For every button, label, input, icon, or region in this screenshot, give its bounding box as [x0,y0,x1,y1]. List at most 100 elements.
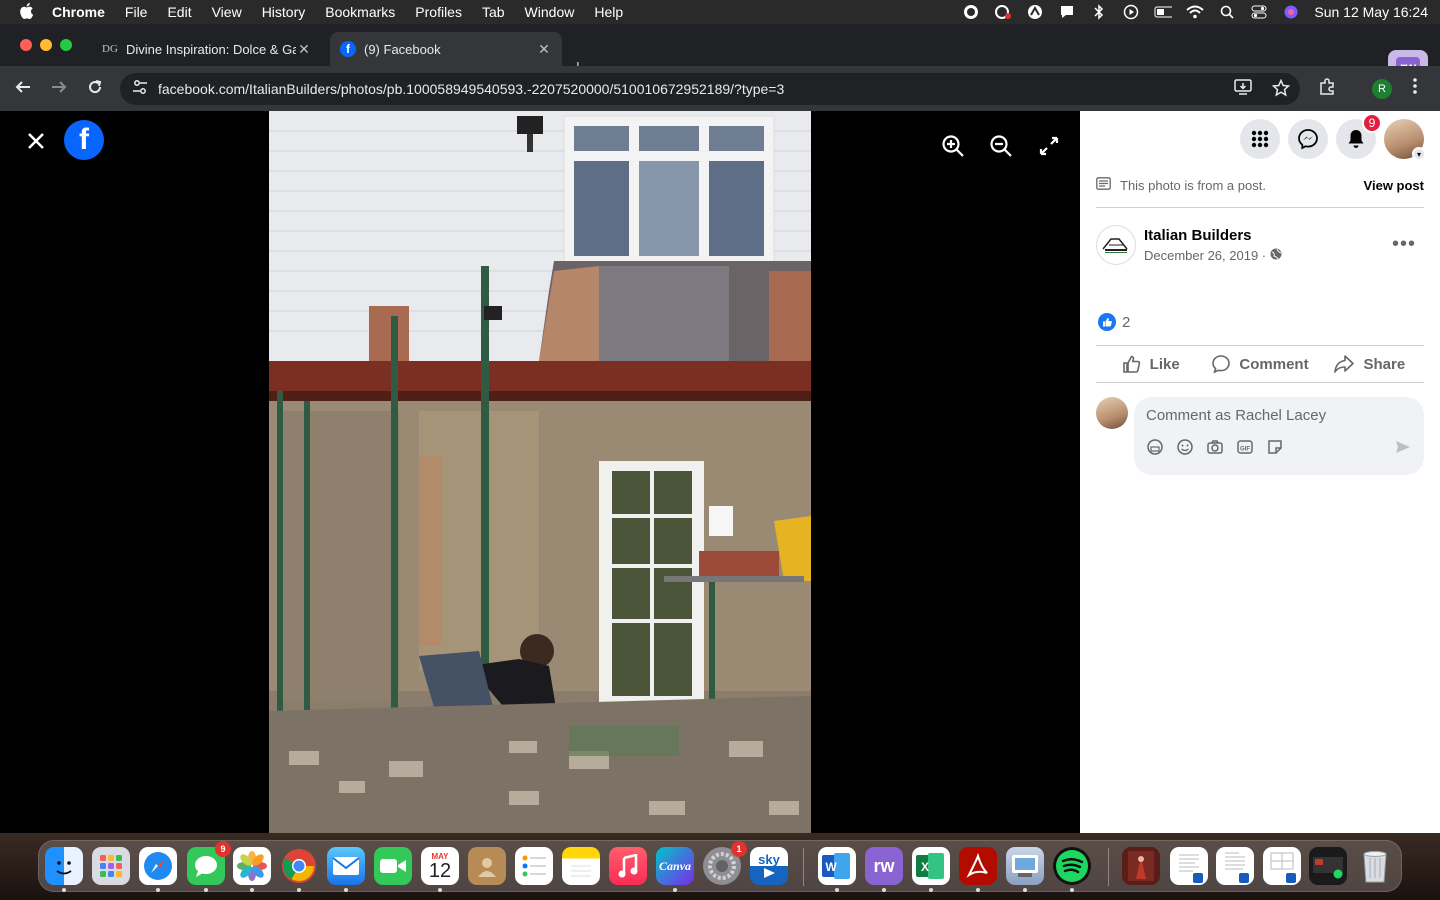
commenter-avatar[interactable] [1096,397,1128,429]
tab-divine-inspiration[interactable]: DG Divine Inspiration: Dolce & Ga ✕ [92,32,322,66]
reload-icon[interactable] [86,78,104,101]
close-icon[interactable] [24,129,48,153]
post-author: Italian Builders December 26, 2019 · [1096,225,1282,265]
menu-edit[interactable]: Edit [167,4,191,20]
zoom-out-icon[interactable] [988,133,1014,164]
menu-view[interactable]: View [212,4,242,20]
page-avatar[interactable] [1096,225,1136,265]
photos-icon[interactable] [233,847,271,885]
wifi-icon[interactable] [1186,5,1205,19]
chrome-icon[interactable] [280,847,318,885]
system-settings-icon[interactable]: 1 [703,841,747,885]
url-text[interactable]: facebook.com/ItalianBuilders/photos/pb.1… [158,81,784,97]
reminders-icon[interactable] [515,847,553,885]
menu-grid-button[interactable] [1240,119,1280,159]
siri-icon[interactable] [1282,5,1300,19]
canva-icon[interactable]: Canva [656,847,694,885]
account-avatar[interactable]: ▾ [1384,119,1426,161]
install-app-icon[interactable] [1234,79,1252,102]
menu-app-name[interactable]: Chrome [52,4,105,20]
author-name[interactable]: Italian Builders [1144,227,1282,244]
facetime-icon[interactable] [374,847,412,885]
messages-icon[interactable]: 9 [187,841,231,885]
safari-icon[interactable] [139,847,177,885]
spotify-icon[interactable] [1053,847,1091,885]
search-icon[interactable] [1218,5,1236,19]
screen-record-icon[interactable] [994,5,1012,19]
recent-image-thumbnail[interactable] [1122,847,1160,885]
bluetooth-icon[interactable] [1090,4,1108,20]
facebook-logo[interactable]: f [64,120,104,160]
music-icon[interactable] [609,847,647,885]
post-date[interactable]: December 26, 2019 · [1144,248,1266,263]
sticker-icon[interactable] [1266,438,1284,459]
notifications-button[interactable]: 9 [1336,113,1382,159]
document-thumbnail-2[interactable] [1216,847,1254,885]
comment-input[interactable]: Comment as Rachel Lacey GIF [1134,397,1424,475]
launchpad-icon[interactable] [92,847,130,885]
microsoft-word-icon[interactable]: W [818,847,856,885]
screen-recording-thumbnail[interactable] [1309,847,1347,885]
globe-icon [1270,248,1282,263]
menubar-datetime[interactable]: Sun 12 May 16:24 [1314,4,1428,20]
back-arrow-icon[interactable] [14,78,32,101]
messenger-button[interactable] [1288,119,1328,159]
chat-bubble-icon[interactable] [1058,5,1076,19]
share-button[interactable]: Share [1315,346,1424,382]
bookmark-star-icon[interactable] [1271,78,1291,102]
fullscreen-icon[interactable] [1036,133,1062,164]
comment-placeholder[interactable]: Comment as Rachel Lacey [1146,407,1412,424]
battery-icon[interactable] [1154,5,1173,19]
mail-icon[interactable] [327,847,365,885]
play-icon[interactable] [1122,4,1140,20]
grammarly-icon[interactable] [962,5,980,19]
tab-close-icon[interactable]: ✕ [296,41,312,58]
site-settings-icon[interactable] [132,79,150,100]
trash-icon[interactable] [1356,847,1394,885]
menu-help[interactable]: Help [594,4,623,20]
menu-bookmarks[interactable]: Bookmarks [325,4,395,20]
sky-go-icon[interactable]: sky [750,847,788,885]
window-close-button[interactable] [20,39,32,51]
menu-tab[interactable]: Tab [482,4,505,20]
notes-icon[interactable] [562,847,600,885]
read-write-icon[interactable]: rw [865,847,903,885]
address-bar[interactable]: facebook.com/ItalianBuilders/photos/pb.1… [120,73,1300,105]
preview-icon[interactable] [1006,847,1044,885]
apple-menu-icon[interactable] [18,2,34,23]
extensions-puzzle-icon[interactable] [1318,78,1336,101]
menu-history[interactable]: History [262,4,306,20]
emoji-icon[interactable] [1176,438,1194,459]
calendar-icon[interactable]: MAY 12 [421,847,459,885]
tab-close-icon[interactable]: ✕ [536,41,552,58]
contacts-icon[interactable] [468,847,506,885]
gif-icon[interactable]: GIF [1236,438,1254,459]
menu-window[interactable]: Window [525,4,575,20]
document-thumbnail-3[interactable] [1263,847,1301,885]
avatar-sticker-icon[interactable] [1146,438,1164,459]
nordvpn-icon[interactable] [1026,5,1044,19]
more-options-icon[interactable]: ••• [1392,233,1416,256]
send-icon[interactable] [1394,438,1412,459]
reaction-summary[interactable]: 2 [1098,313,1130,331]
comment-button[interactable]: Comment [1205,346,1314,382]
chevron-down-icon: ▾ [1412,147,1426,161]
control-center-icon[interactable] [1250,5,1268,19]
window-zoom-button[interactable] [60,39,72,51]
forward-arrow-icon[interactable] [50,78,68,101]
tab-facebook[interactable]: f (9) Facebook ✕ [330,32,562,66]
menu-file[interactable]: File [125,4,148,20]
chrome-menu-icon[interactable] [1412,77,1418,100]
zoom-in-icon[interactable] [940,133,966,164]
finder-icon[interactable] [45,847,83,885]
like-button[interactable]: Like [1096,346,1205,382]
camera-icon[interactable] [1206,438,1224,459]
like-label: Like [1149,355,1180,373]
document-thumbnail-1[interactable] [1170,847,1208,885]
acrobat-reader-icon[interactable] [959,847,997,885]
window-minimize-button[interactable] [40,39,52,51]
profile-avatar[interactable]: R [1372,79,1392,99]
view-post-link[interactable]: View post [1364,178,1424,193]
microsoft-excel-icon[interactable]: X [912,847,950,885]
menu-profiles[interactable]: Profiles [415,4,462,20]
